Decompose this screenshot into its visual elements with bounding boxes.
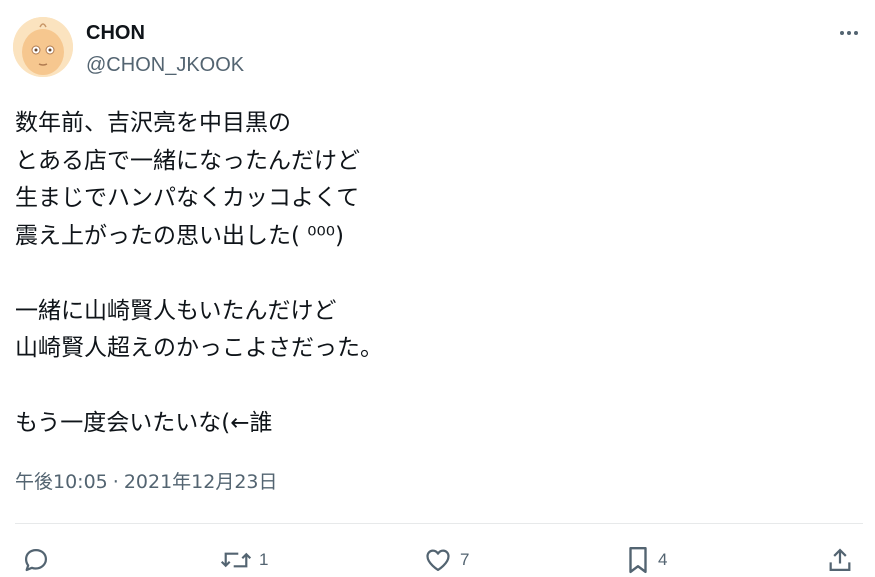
- tweet-line: とある店で一緒になったんだけど: [15, 147, 360, 174]
- like-icon: [426, 549, 450, 572]
- avatar[interactable]: [13, 17, 73, 77]
- like-button[interactable]: 7: [423, 543, 469, 577]
- bookmark-count: 4: [658, 550, 668, 569]
- retweet-count: 1: [259, 550, 269, 569]
- tweet-date[interactable]: 2021年12月23日: [124, 471, 278, 493]
- share-icon: [829, 548, 851, 572]
- bookmark-button[interactable]: 4: [625, 543, 667, 577]
- tweet-text: 数年前、吉沢亮を中目黒の とある店で一緒になったんだけど 生まじでハンパなくカッ…: [15, 105, 855, 443]
- tweet-line: 一緒に山崎賢人もいたんだけど: [15, 297, 337, 324]
- tweet-line: 生まじでハンパなくカッコよくて: [15, 185, 360, 211]
- share-button[interactable]: [826, 543, 854, 577]
- reply-button[interactable]: [22, 543, 50, 577]
- like-count: 7: [460, 550, 470, 569]
- bookmark-icon: [629, 546, 647, 574]
- tweet-time[interactable]: 午後10:05: [15, 471, 108, 493]
- more-icon[interactable]: [834, 18, 864, 48]
- reply-icon: [24, 548, 48, 572]
- timestamp-separator: ·: [112, 471, 119, 493]
- retweet-button[interactable]: 1: [220, 543, 268, 577]
- tweet-line: 震え上がったの思い出した( ⁰⁰⁰): [15, 222, 344, 249]
- tweet-line: もう一度会いたいな(←誰: [15, 410, 273, 436]
- author-display-name[interactable]: CHON: [86, 20, 145, 46]
- tweet-line: [15, 255, 855, 293]
- timestamp[interactable]: 午後10:05 · 2021年12月23日: [15, 469, 278, 495]
- tweet-line: [15, 368, 855, 406]
- tweet-line: 山崎賢人超えのかっこよさだった。: [15, 335, 383, 361]
- tweet-line: 数年前、吉沢亮を中目黒の: [15, 110, 291, 136]
- retweet-icon: [220, 552, 252, 568]
- author-handle[interactable]: @CHON_JKOOK: [86, 52, 244, 78]
- divider: [15, 523, 863, 524]
